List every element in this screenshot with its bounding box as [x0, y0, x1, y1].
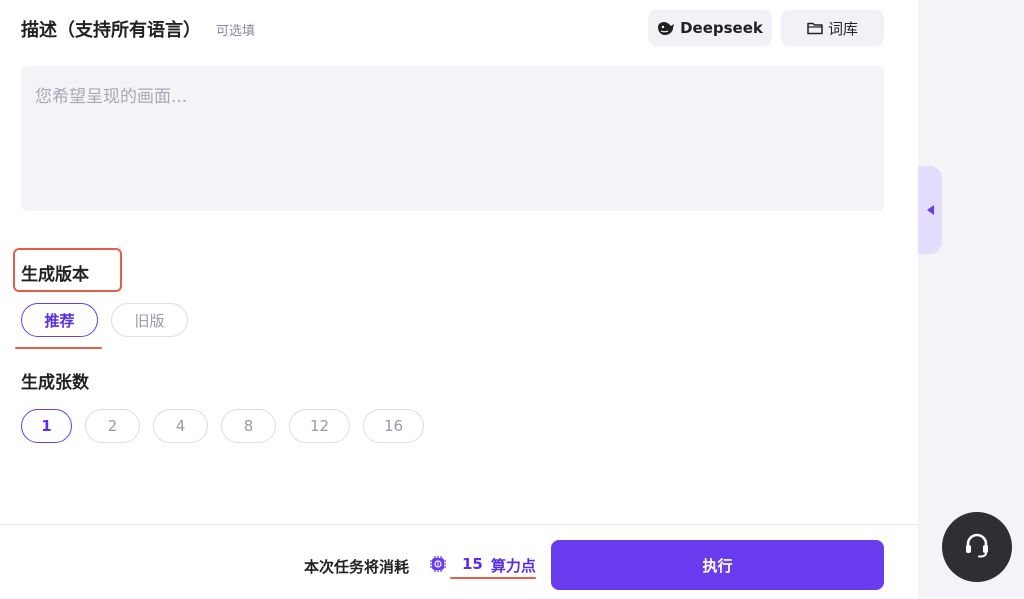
count-option-1[interactable]: 1: [21, 409, 72, 443]
description-title: 描述（支持所有语言）: [21, 20, 201, 41]
count-option-2[interactable]: 2: [85, 409, 140, 443]
count-option-4[interactable]: 4: [153, 409, 208, 443]
count-option-12[interactable]: 12: [289, 409, 350, 443]
main-panel: 描述（支持所有语言） 可选填 Deepseek 词库 生成版本 推荐 旧版 生成…: [0, 0, 918, 599]
cost-unit: 算力点: [490, 557, 536, 575]
annotation-underline-cost: [450, 577, 536, 579]
version-option-legacy[interactable]: 旧版: [111, 303, 188, 337]
execute-button[interactable]: 执行: [551, 540, 884, 590]
cost-amount: 15: [462, 555, 483, 573]
count-option-8[interactable]: 8: [221, 409, 276, 443]
customer-support-button[interactable]: [942, 512, 1012, 582]
count-option-16[interactable]: 16: [363, 409, 424, 443]
count-section-title: 生成张数: [21, 373, 89, 393]
caret-left-icon: [926, 205, 934, 215]
headset-icon: [961, 529, 993, 565]
footer-divider: [0, 524, 918, 525]
right-rail: [918, 0, 1024, 599]
chip-icon: [428, 554, 448, 574]
version-option-recommended[interactable]: 推荐: [21, 303, 98, 337]
deepseek-label: Deepseek: [680, 19, 763, 37]
folder-icon: [807, 21, 823, 35]
version-section-title: 生成版本: [21, 265, 89, 285]
annotation-underline: [15, 347, 102, 349]
collapse-panel-tab[interactable]: [918, 166, 942, 254]
deepseek-button[interactable]: Deepseek: [648, 10, 772, 46]
cost-label: 本次任务将消耗: [304, 558, 410, 576]
whale-icon: [657, 20, 675, 36]
description-optional-hint: 可选填: [216, 24, 256, 39]
description-input[interactable]: [21, 66, 884, 211]
lexicon-button[interactable]: 词库: [781, 10, 884, 46]
lexicon-label: 词库: [827, 19, 858, 38]
cost-value: 15 算力点: [462, 555, 536, 576]
